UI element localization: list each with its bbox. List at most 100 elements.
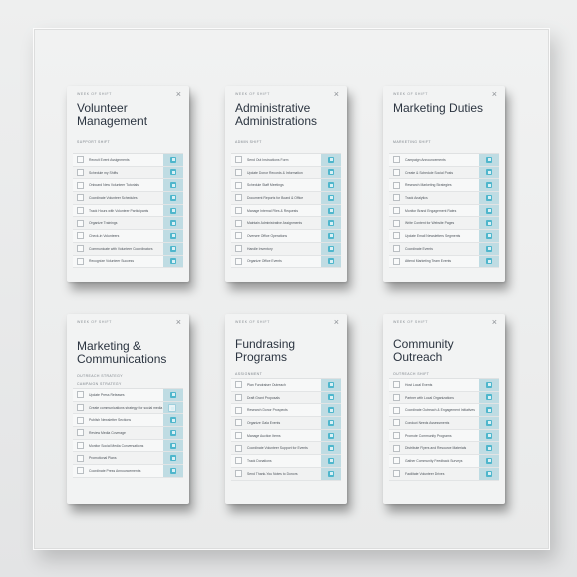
checkbox-icon[interactable] [393,207,400,215]
task-action-icon[interactable] [328,394,334,401]
task-action-icon[interactable] [328,445,334,452]
checkbox-icon[interactable] [393,381,400,389]
task-action-icon[interactable] [486,457,492,464]
checkbox-icon[interactable] [393,245,400,253]
task-row[interactable]: Track Analytics [389,192,499,205]
task-row[interactable]: Check-in Volunteers [73,230,183,243]
checkbox-icon[interactable] [393,194,400,202]
checkbox-icon[interactable] [393,257,400,265]
task-action-icon[interactable] [170,220,176,227]
task-row[interactable]: Monitor Social Media Conversations [73,439,183,453]
checkbox-icon[interactable] [393,169,400,177]
task-row[interactable]: Coordinate Volunteer Support for Events [231,442,341,456]
task-action-icon[interactable] [170,194,176,201]
task-action-icon[interactable] [328,381,334,388]
checkbox-icon[interactable] [77,156,84,164]
task-row[interactable]: Research Donor Prospects [231,404,341,418]
task-action-icon[interactable] [486,381,492,388]
checkbox-icon[interactable] [235,419,242,427]
task-action-icon[interactable] [328,182,334,189]
task-row[interactable]: Distribute Flyers and Resource Materials [389,442,499,456]
task-action-icon[interactable] [170,455,176,462]
task-row[interactable]: Facilitate Volunteer Drives [389,467,499,481]
close-icon[interactable]: × [492,89,497,99]
task-row[interactable]: Track Hours with Volunteer Participants [73,204,183,218]
task-action-icon[interactable] [170,417,176,424]
task-row[interactable]: Handle Inventory [231,242,341,256]
task-action-icon[interactable] [170,467,176,474]
task-action-icon[interactable] [170,429,176,436]
checkbox-icon[interactable] [393,432,400,440]
task-action-icon[interactable] [170,207,176,214]
task-row[interactable]: Write Content for Website Pages [389,217,499,231]
task-action-icon[interactable] [328,258,334,265]
task-row[interactable]: Manage Internal Files & Requests [231,204,341,218]
task-action-icon[interactable] [328,245,334,252]
checkbox-icon[interactable] [393,219,400,227]
task-row[interactable]: Conduct Needs Assessments [389,417,499,430]
checkbox-icon[interactable] [235,181,242,189]
task-row[interactable]: Gather Community Feedback Surveys [389,455,499,468]
checkbox-icon[interactable] [235,257,242,265]
close-icon[interactable]: × [334,89,339,99]
task-action-icon[interactable] [486,432,492,439]
checkbox-icon[interactable] [393,444,400,452]
checkbox-icon[interactable] [77,257,84,265]
task-row[interactable]: Send Out Instructions Form [231,154,341,167]
task-row[interactable]: Plan Fundraiser Outreach [231,379,341,392]
checkbox-icon[interactable] [393,156,400,164]
task-action-icon[interactable] [486,182,492,189]
task-row[interactable]: Schedule my Shifts [73,166,183,180]
task-row[interactable]: Update Donor Records & Information [231,166,341,180]
task-row[interactable]: Partner with Local Organizations [389,391,499,405]
close-icon[interactable]: × [176,89,181,99]
task-row[interactable]: Draft Grant Proposals [231,391,341,405]
task-action-icon[interactable] [486,419,492,426]
checkbox-icon[interactable] [393,232,400,240]
close-icon[interactable]: × [176,317,181,327]
task-action-icon[interactable] [328,220,334,227]
task-action-icon[interactable] [170,232,176,239]
checkbox-icon[interactable] [393,406,400,414]
task-action-icon[interactable] [486,232,492,239]
task-action-icon[interactable] [170,258,176,265]
checkbox-icon[interactable] [393,394,400,402]
checkbox-icon[interactable] [235,457,242,465]
checkbox-icon[interactable] [235,219,242,227]
task-action-icon[interactable] [486,470,492,477]
task-row[interactable]: Organize Trainings [73,217,183,231]
checkbox-icon[interactable] [235,406,242,414]
checkbox-icon[interactable] [77,219,84,227]
task-action-icon[interactable] [486,407,492,414]
task-action-icon[interactable] [328,169,334,176]
checkbox-icon[interactable] [77,416,84,424]
checkbox-icon[interactable] [77,194,84,202]
task-action-icon[interactable] [486,445,492,452]
task-action-icon[interactable] [328,457,334,464]
checkbox-icon[interactable] [77,245,84,253]
task-action-icon[interactable] [170,245,176,252]
task-row[interactable]: Schedule Staff Meetings [231,179,341,193]
task-row[interactable]: Organize Gala Events [231,417,341,430]
task-row[interactable]: Send Thank-You Notes to Donors [231,467,341,481]
task-row[interactable]: Update Email Newsletters Segments [389,230,499,243]
task-action-icon[interactable] [486,156,492,163]
task-action-icon[interactable] [170,156,176,163]
checkbox-icon[interactable] [393,470,400,478]
close-icon[interactable]: × [334,317,339,327]
checkbox-icon[interactable] [77,391,84,399]
task-action-icon[interactable] [486,394,492,401]
task-action-icon[interactable] [486,169,492,176]
task-action-icon[interactable] [328,156,334,163]
checkbox-icon[interactable] [235,194,242,202]
checkbox-icon[interactable] [235,169,242,177]
task-action-icon[interactable] [328,419,334,426]
task-row[interactable]: Organize Office Events [231,255,341,269]
checkbox-icon[interactable] [393,181,400,189]
task-row[interactable]: Publish Newsletter Sections [73,414,183,428]
task-action-icon[interactable] [328,432,334,439]
task-row[interactable]: Create & Schedule Social Posts [389,166,499,180]
task-row[interactable]: Recruit Event Assignments [73,154,183,167]
checkbox-icon[interactable] [235,207,242,215]
checkbox-icon[interactable] [235,156,242,164]
